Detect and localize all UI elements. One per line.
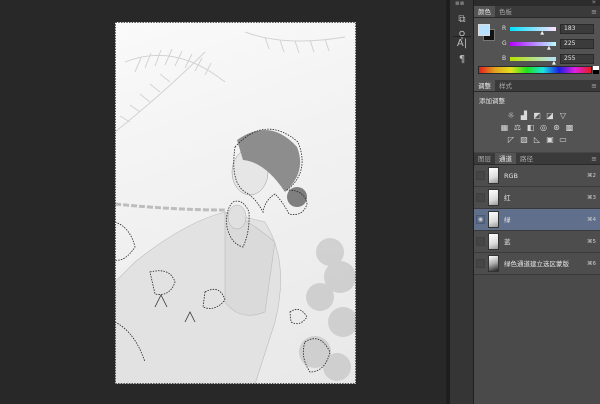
- visibility-toggle[interactable]: [476, 193, 485, 202]
- channel-thumbnail: [488, 255, 499, 272]
- character-icon[interactable]: A|: [453, 36, 471, 52]
- panel-menu-icon[interactable]: ≡: [591, 80, 597, 92]
- grip-icon[interactable]: ▪▪: [455, 0, 469, 7]
- adjustment-icons-row-1: ☼ ▟ ◩ ◪ ▽: [474, 111, 600, 120]
- adjustment-icons-row-3: ◸ ▨ ◺ ▣ ▭: [474, 135, 600, 144]
- visibility-toggle[interactable]: [476, 171, 485, 180]
- channels-empty-area: [474, 275, 600, 404]
- vibrance-triangle-icon[interactable]: ▽: [559, 111, 568, 120]
- blue-label: B: [502, 55, 507, 62]
- tab-styles[interactable]: 样式: [495, 80, 516, 91]
- history-icon[interactable]: ⧉: [453, 12, 471, 28]
- channel-name: 绿色通道建立选区蒙版: [504, 260, 569, 268]
- green-channel-row: G ▲ 225: [502, 39, 598, 51]
- threshold-icon[interactable]: ◺: [533, 135, 542, 144]
- channel-name: 红: [504, 194, 511, 202]
- photo-filter-icon[interactable]: ◎: [539, 123, 548, 132]
- right-panels: » 颜色 色板 ≡ R ▲ 183 G ▲ 225 B ▲ 255 调整 样式 …: [474, 0, 600, 404]
- red-slider[interactable]: [510, 27, 556, 31]
- adjustments-panel: 调整 样式 ≡ 添加调整 ☼ ▟ ◩ ◪ ▽ ▦ ⚖ ◧ ◎ ⊛ ▩ ◸ ▨ ◺…: [474, 80, 600, 152]
- blue-slider-thumb[interactable]: ▲: [552, 61, 556, 66]
- green-value-input[interactable]: 225: [560, 39, 594, 49]
- add-adjustment-title: 添加调整: [479, 97, 505, 105]
- red-channel-row: R ▲ 183: [502, 24, 598, 36]
- grayscale-photo: [115, 22, 356, 384]
- green-label: G: [502, 40, 507, 47]
- channel-mixer-icon[interactable]: ⊛: [552, 123, 561, 132]
- visibility-toggle[interactable]: [476, 259, 485, 268]
- canvas-area[interactable]: [0, 0, 446, 404]
- tab-channels[interactable]: 通道: [495, 153, 516, 164]
- tab-color[interactable]: 颜色: [474, 6, 495, 17]
- tab-layers[interactable]: 图层: [474, 153, 495, 164]
- adjustments-panel-tabs: 调整 样式 ≡: [474, 80, 600, 92]
- layers-panel-tabs: 图层 通道 路径 ≡: [474, 153, 600, 165]
- red-slider-thumb[interactable]: ▲: [540, 31, 544, 36]
- color-balance-icon[interactable]: ⚖: [513, 123, 522, 132]
- channel-shortcut: ⌘4: [587, 217, 596, 223]
- tab-adjustments[interactable]: 调整: [474, 80, 495, 91]
- channel-name: 蓝: [504, 238, 511, 246]
- channel-shortcut: ⌘3: [587, 195, 596, 201]
- tab-paths[interactable]: 路径: [516, 153, 537, 164]
- eye-icon[interactable]: ◉: [476, 215, 485, 224]
- document-image[interactable]: [115, 22, 356, 384]
- channel-row-blue[interactable]: 蓝 ⌘5: [474, 231, 600, 253]
- blue-value-input[interactable]: 255: [560, 54, 594, 64]
- selective-color-icon[interactable]: ▣: [546, 135, 555, 144]
- black-white-icon[interactable]: ◧: [526, 123, 535, 132]
- black-white-swatch[interactable]: [593, 66, 599, 74]
- foreground-color-swatch[interactable]: [478, 24, 490, 36]
- blue-slider[interactable]: [510, 57, 556, 61]
- tab-swatches[interactable]: 色板: [495, 6, 516, 17]
- color-panel-tabs: 颜色 色板 ≡: [474, 6, 600, 18]
- exposure-icon[interactable]: ◪: [546, 111, 555, 120]
- visibility-toggle[interactable]: [476, 237, 485, 246]
- paragraph-icon[interactable]: ¶: [453, 52, 471, 68]
- channel-thumbnail: [488, 211, 499, 228]
- channel-name: 绿: [504, 216, 511, 224]
- adjustment-icons-row-2: ▦ ⚖ ◧ ◎ ⊛ ▩: [474, 123, 600, 132]
- red-label: R: [502, 25, 507, 32]
- channel-thumbnail: [488, 189, 499, 206]
- red-value-input[interactable]: 183: [560, 24, 594, 34]
- channel-shortcut: ⌘6: [587, 261, 596, 267]
- channel-thumbnail: [488, 233, 499, 250]
- channel-row-green[interactable]: ◉ 绿 ⌘4: [474, 209, 600, 231]
- channel-row-rgb[interactable]: RGB ⌘2: [474, 165, 600, 187]
- posterize-icon[interactable]: ▨: [520, 135, 529, 144]
- channels-panel: 图层 通道 路径 ≡ RGB ⌘2 红 ⌘3 ◉ 绿 ⌘4 蓝 ⌘5 绿色通道建…: [474, 153, 600, 404]
- channel-shortcut: ⌘5: [587, 239, 596, 245]
- panel-menu-icon[interactable]: ≡: [591, 6, 597, 18]
- photoshop-window: ▪▪ ⧉ ⚲ A| ¶ » 颜色 色板 ≡ R ▲ 183 G ▲ 225 B …: [0, 0, 600, 404]
- panel-icon-strip: ▪▪ ⧉ ⚲ A| ¶: [450, 0, 474, 404]
- channel-shortcut: ⌘2: [587, 173, 596, 179]
- invert-icon[interactable]: ◸: [507, 135, 516, 144]
- channel-thumbnail: [488, 167, 499, 184]
- gradient-map-icon[interactable]: ▭: [559, 135, 568, 144]
- channel-row-red[interactable]: 红 ⌘3: [474, 187, 600, 209]
- hue-saturation-icon[interactable]: ▦: [500, 123, 509, 132]
- channel-name: RGB: [504, 172, 519, 180]
- brightness-icon[interactable]: ☼: [507, 111, 516, 120]
- levels-icon[interactable]: ▟: [520, 111, 529, 120]
- panel-menu-icon[interactable]: ≡: [591, 153, 597, 165]
- curves-icon[interactable]: ◩: [533, 111, 542, 120]
- color-spectrum-bar[interactable]: [478, 66, 592, 74]
- green-slider-thumb[interactable]: ▲: [547, 46, 551, 51]
- blue-channel-row: B ▲ 255: [502, 54, 598, 66]
- color-lookup-icon[interactable]: ▩: [565, 123, 574, 132]
- channel-row-mask[interactable]: 绿色通道建立选区蒙版 ⌘6: [474, 253, 600, 275]
